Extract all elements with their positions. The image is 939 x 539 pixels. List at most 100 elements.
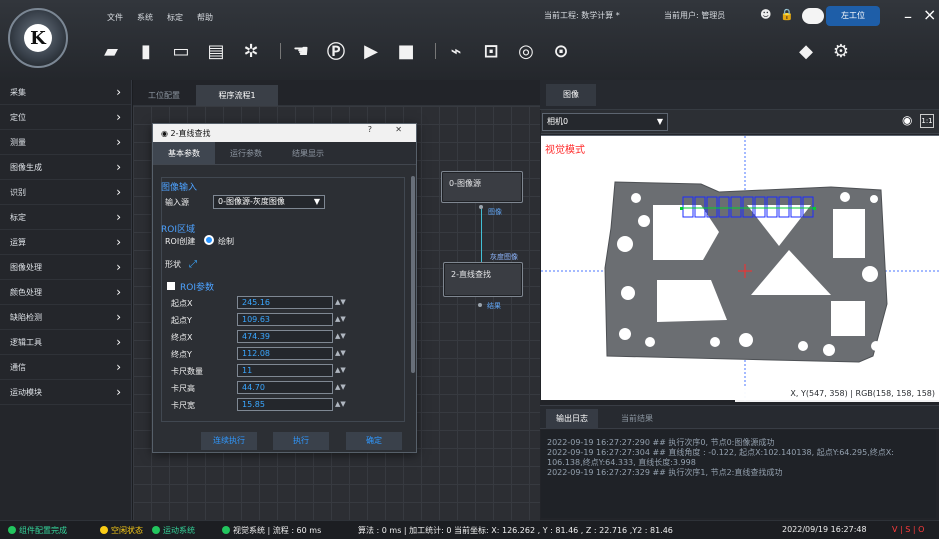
node-port-label: 图像 [488, 208, 502, 216]
dialog-scrollbar[interactable] [411, 176, 415, 373]
run-button[interactable]: 执行 [273, 432, 329, 450]
stepper-icon[interactable]: ▲▼ [335, 364, 347, 377]
inspection-image [541, 136, 939, 401]
start-x-input[interactable]: 245.16 [237, 296, 333, 309]
chevron-right-icon: › [116, 285, 121, 299]
mode-label: 视觉模式 [545, 145, 585, 156]
stop-icon[interactable]: ■ [393, 38, 419, 64]
tab-result-display[interactable]: 结果显示 [277, 142, 339, 164]
stepper-icon[interactable]: ▲▼ [335, 381, 347, 394]
settings-icon[interactable]: ✲ [238, 38, 264, 64]
caliper-count-input[interactable]: 11 [237, 364, 333, 377]
sidebar-item-recognize[interactable]: 识别 › [0, 180, 131, 205]
draw-radio[interactable] [204, 235, 214, 245]
stepper-icon[interactable]: ▲▼ [335, 398, 347, 411]
start-y-input[interactable]: 109.63 [237, 313, 333, 326]
sidebar-item-measure[interactable]: 测量 › [0, 130, 131, 155]
lock-icon[interactable]: 🔒 [780, 8, 794, 22]
tab-program-flow[interactable]: 程序流程1 [196, 85, 278, 106]
sidebar-item-logic[interactable]: 逻辑工具 › [0, 330, 131, 355]
eye-icon[interactable]: ◉ [902, 113, 912, 127]
chevron-right-icon: › [116, 235, 121, 249]
station-toggle[interactable] [802, 8, 824, 24]
close-icon[interactable]: × [923, 5, 936, 24]
node-port-dot [478, 303, 482, 307]
menu-bar: 文件 系统 标定 帮助 [100, 8, 220, 28]
status-bar: 组件配置完成 空闲状态 运动系统 视觉系统 | 流程 : 60 ms 算法 : … [0, 520, 939, 539]
menu-help[interactable]: 帮助 [190, 8, 220, 28]
status-motion: 运动系统 [152, 525, 195, 536]
tab-basic-params[interactable]: 基本参数 [153, 142, 215, 164]
sidebar-item-defect[interactable]: 缺陷检测 › [0, 305, 131, 330]
log-line: 2022-09-19 16:27:27:329 ## 执行次序1, 节点2:直线… [547, 468, 783, 477]
gear-person-icon[interactable]: ⚙ [828, 38, 854, 64]
target-icon[interactable]: ◎ [513, 38, 539, 64]
input-source-label: 输入源 [165, 198, 189, 207]
log-line: 106.138,终点Y:64.333, 直线长度:3.998 [547, 458, 696, 467]
folder-icon[interactable]: ▰ [98, 38, 124, 64]
chevron-right-icon: › [116, 135, 121, 149]
tab-current-result[interactable]: 当前结果 [611, 409, 663, 429]
save-as-icon[interactable]: ▤ [203, 38, 229, 64]
stepper-icon[interactable]: ▲▼ [335, 347, 347, 360]
dropdown-arrow-icon: ▼ [656, 117, 663, 126]
minimize-icon[interactable]: – [904, 7, 912, 26]
node-line-find[interactable]: 2-直线查找 [443, 262, 523, 297]
input-source-select[interactable]: 0-图像源-灰度图像 ▼ [213, 195, 325, 209]
image-view[interactable]: 视觉模式 [541, 135, 939, 401]
field-label: 卡尺高 [171, 384, 195, 393]
camera-select[interactable]: 相机0 ▼ [542, 113, 668, 131]
close-icon[interactable]: ✕ [395, 125, 402, 134]
confirm-button[interactable]: 确定 [346, 432, 402, 450]
sidebar-item-compute[interactable]: 运算 › [0, 230, 131, 255]
menu-file[interactable]: 文件 [100, 8, 130, 28]
person-icon[interactable]: ☻ [760, 8, 774, 22]
logo-letter: K [24, 24, 52, 52]
chart-icon[interactable]: ⌁ [443, 38, 469, 64]
stepper-icon[interactable]: ▲▼ [335, 330, 347, 343]
p-icon[interactable]: Ⓟ [323, 38, 349, 64]
menu-system[interactable]: 系统 [130, 8, 160, 28]
tab-output-log[interactable]: 输出日志 [546, 409, 598, 429]
field-label: 卡尺宽 [171, 401, 195, 410]
pan-icon[interactable]: ⊡ [478, 38, 504, 64]
end-y-input[interactable]: 112.08 [237, 347, 333, 360]
pixel-readout: X, Y(547, 358) | RGB(158, 158, 158) [735, 386, 939, 402]
sidebar-item-calibrate[interactable]: 标定 › [0, 205, 131, 230]
stepper-icon[interactable]: ▲▼ [335, 296, 347, 309]
image-header [540, 80, 939, 110]
sidebar-item-acquire[interactable]: 采集 › [0, 80, 131, 105]
warning-icon[interactable]: ◆ [793, 38, 819, 64]
node-image-source[interactable]: 0-图像源 [441, 171, 523, 203]
status-component: 组件配置完成 [8, 525, 67, 536]
line-shape-icon[interactable]: ⤢ [189, 259, 197, 270]
scale-icon[interactable]: 1:1 [920, 114, 934, 128]
tab-image[interactable]: 图像 [546, 84, 596, 106]
sidebar-item-color[interactable]: 颜色处理 › [0, 280, 131, 305]
station-button[interactable]: 左工位 [826, 6, 880, 26]
tab-run-params[interactable]: 运行参数 [215, 142, 277, 164]
sidebar-item-motion[interactable]: 运动模块 › [0, 380, 131, 405]
sidebar-item-image-gen[interactable]: 图像生成 › [0, 155, 131, 180]
hand-icon[interactable]: ☚ [288, 38, 314, 64]
camera-icon[interactable]: ⊙ [548, 38, 574, 64]
sidebar-item-image-process[interactable]: 图像处理 › [0, 255, 131, 280]
caliper-height-input[interactable]: 44.70 [237, 381, 333, 394]
status-dot-icon [100, 526, 108, 534]
flow-connector [481, 209, 482, 263]
new-file-icon[interactable]: ▮ [133, 38, 159, 64]
play-icon[interactable]: ▶ [358, 38, 384, 64]
continuous-run-button[interactable]: 连续执行 [201, 432, 257, 450]
caliper-width-input[interactable]: 15.85 [237, 398, 333, 411]
current-user: 当前用户: 管理员 [664, 11, 726, 20]
sidebar-item-locate[interactable]: 定位 › [0, 105, 131, 130]
tab-station-config[interactable]: 工位配置 [139, 85, 189, 106]
roi-params-checkbox[interactable] [167, 282, 175, 290]
status-dot-icon [222, 526, 230, 534]
save-icon[interactable]: ▭ [168, 38, 194, 64]
sidebar-item-comm[interactable]: 通信 › [0, 355, 131, 380]
help-icon[interactable]: ? [368, 125, 372, 134]
menu-calibrate[interactable]: 标定 [160, 8, 190, 28]
end-x-input[interactable]: 474.39 [237, 330, 333, 343]
stepper-icon[interactable]: ▲▼ [335, 313, 347, 326]
